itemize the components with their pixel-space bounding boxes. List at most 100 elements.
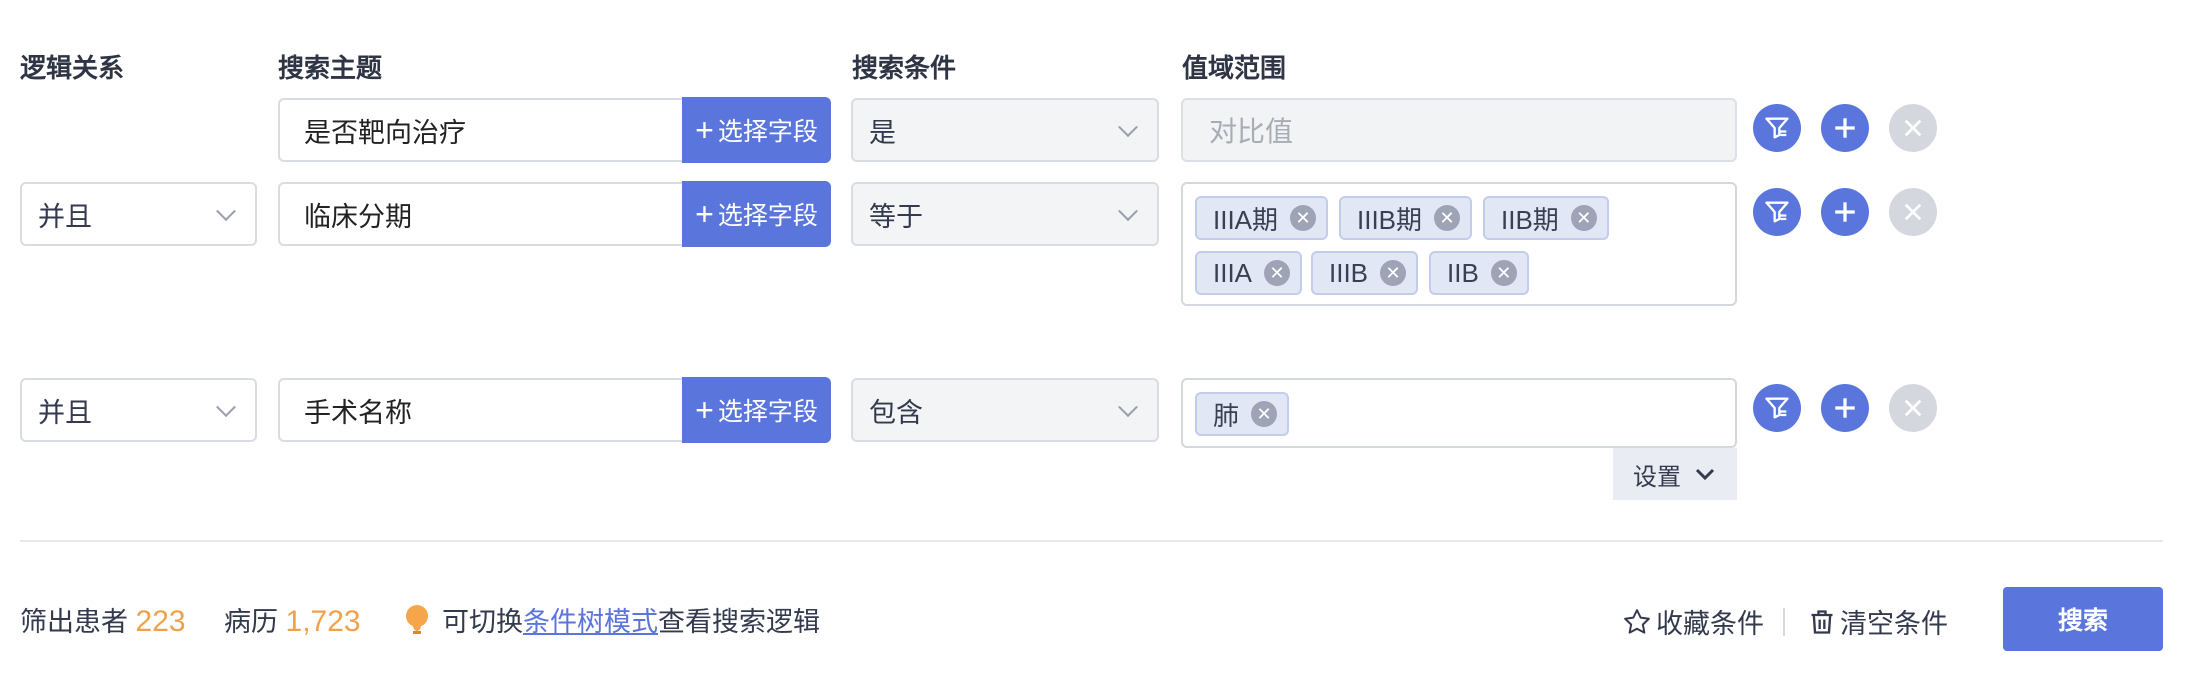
pick-field-button[interactable]: + 选择字段: [682, 181, 831, 247]
logic-value: 并且: [38, 201, 92, 232]
settings-label: 设置: [1633, 463, 1681, 491]
topic-input[interactable]: 手术名称: [278, 378, 688, 442]
value-tag: 肺 ✕: [1195, 392, 1290, 436]
chevron-down-icon: [216, 397, 236, 418]
clear-label: 清空条件: [1840, 609, 1948, 639]
filter-button[interactable]: [1753, 384, 1801, 432]
pick-field-label: 选择字段: [717, 118, 818, 146]
remove-row-button[interactable]: [1889, 188, 1937, 236]
header-condition: 搜索条件: [852, 53, 957, 83]
add-row-button[interactable]: [1821, 188, 1869, 236]
divider: [1783, 608, 1785, 636]
close-icon[interactable]: ✕: [1490, 260, 1517, 286]
close-icon: [1904, 203, 1922, 221]
records-label: 病历: [224, 607, 278, 637]
filter-icon: [1765, 117, 1789, 139]
condition-select[interactable]: 是: [851, 98, 1159, 162]
patients-stat: 筛出患者 223: [20, 600, 186, 639]
pick-field-button[interactable]: + 选择字段: [682, 97, 831, 163]
plus-icon: [1835, 398, 1855, 418]
patients-label: 筛出患者: [20, 607, 128, 637]
mode-tip: 可切换 条件树模式 查看搜索逻辑: [402, 600, 820, 639]
topic-text: 是否靶向治疗: [304, 117, 466, 148]
trash-icon: [1811, 609, 1833, 634]
tag-label: IIIA: [1213, 257, 1253, 288]
plus-icon: [1835, 202, 1855, 222]
header-range: 值域范围: [1182, 53, 1287, 83]
pick-field-button[interactable]: + 选择字段: [682, 377, 831, 443]
topic-input[interactable]: 临床分期: [278, 182, 688, 246]
value-tag: IIB ✕: [1429, 251, 1529, 295]
chevron-down-icon: [216, 201, 236, 222]
search-label: 搜索: [2057, 607, 2108, 635]
condition-value: 包含: [869, 397, 923, 428]
value-tag: IIIB ✕: [1311, 251, 1419, 295]
tag-label: IIB期: [1501, 204, 1559, 235]
logic-select[interactable]: 并且: [20, 378, 257, 442]
add-row-button[interactable]: [1821, 384, 1869, 432]
close-icon[interactable]: ✕: [1434, 205, 1461, 231]
condition-select[interactable]: 包含: [851, 378, 1159, 442]
logic-value: 并且: [38, 397, 92, 428]
divider: [20, 540, 2163, 542]
plus-icon: +: [695, 112, 714, 148]
value-tag: IIIA ✕: [1195, 251, 1303, 295]
logic-select[interactable]: 并且: [20, 182, 257, 246]
chevron-down-icon: [1118, 397, 1138, 418]
remove-row-button[interactable]: [1889, 104, 1937, 152]
close-icon[interactable]: ✕: [1380, 260, 1407, 286]
tag-label: 肺: [1213, 400, 1240, 431]
close-icon: [1904, 399, 1922, 417]
settings-toggle[interactable]: 设置: [1613, 448, 1737, 500]
records-stat: 病历 1,723: [224, 600, 361, 639]
topic-input[interactable]: 是否靶向治疗: [278, 98, 688, 162]
clear-button[interactable]: 清空条件: [1808, 602, 1948, 641]
tag-label: IIB: [1447, 257, 1479, 288]
plus-icon: +: [695, 392, 714, 428]
close-icon[interactable]: ✕: [1251, 401, 1278, 427]
value-tags-input[interactable]: 肺 ✕: [1181, 378, 1737, 448]
tag-label: IIIB期: [1357, 204, 1423, 235]
close-icon: [1904, 119, 1922, 137]
tip-suffix: 查看搜索逻辑: [658, 607, 820, 637]
chevron-down-icon: [1695, 468, 1715, 481]
value-tags-input[interactable]: IIIA期 ✕ IIIB期 ✕ IIB期 ✕ IIIA ✕ IIIB ✕ IIB ✕: [1181, 182, 1737, 306]
tree-mode-link[interactable]: 条件树模式: [523, 600, 658, 639]
plus-icon: +: [695, 196, 714, 232]
pick-field-label: 选择字段: [717, 398, 818, 426]
remove-row-button[interactable]: [1889, 384, 1937, 432]
value-placeholder: 对比值: [1209, 116, 1294, 147]
tip-prefix: 可切换: [442, 607, 523, 637]
topic-text: 临床分期: [304, 201, 412, 232]
condition-value: 是: [869, 117, 896, 148]
topic-text: 手术名称: [304, 397, 412, 428]
value-input[interactable]: 对比值: [1181, 98, 1737, 162]
search-button[interactable]: 搜索: [2003, 587, 2163, 651]
filter-button[interactable]: [1753, 104, 1801, 152]
value-tag: IIB期 ✕: [1483, 196, 1609, 240]
close-icon[interactable]: ✕: [1570, 205, 1597, 231]
tag-label: IIIA期: [1213, 204, 1279, 235]
chevron-down-icon: [1118, 117, 1138, 138]
favorite-button[interactable]: 收藏条件: [1622, 602, 1764, 641]
chevron-down-icon: [1118, 201, 1138, 222]
header-logic: 逻辑关系: [20, 53, 125, 83]
close-icon[interactable]: ✕: [1290, 205, 1317, 231]
value-tag: IIIB期 ✕: [1339, 196, 1473, 240]
condition-value: 等于: [869, 201, 923, 232]
star-icon: [1624, 608, 1650, 634]
filter-icon: [1765, 397, 1789, 419]
close-icon[interactable]: ✕: [1264, 260, 1291, 286]
lightbulb-icon: [406, 604, 428, 634]
records-count: 1,723: [285, 605, 361, 638]
filter-button[interactable]: [1753, 188, 1801, 236]
plus-icon: [1835, 118, 1855, 138]
value-tag: IIIA期 ✕: [1195, 196, 1329, 240]
filter-icon: [1765, 201, 1789, 223]
add-row-button[interactable]: [1821, 104, 1869, 152]
header-topic: 搜索主题: [278, 53, 383, 83]
pick-field-label: 选择字段: [717, 202, 818, 230]
condition-select[interactable]: 等于: [851, 182, 1159, 246]
favorite-label: 收藏条件: [1656, 609, 1764, 639]
tag-label: IIIB: [1329, 257, 1369, 288]
